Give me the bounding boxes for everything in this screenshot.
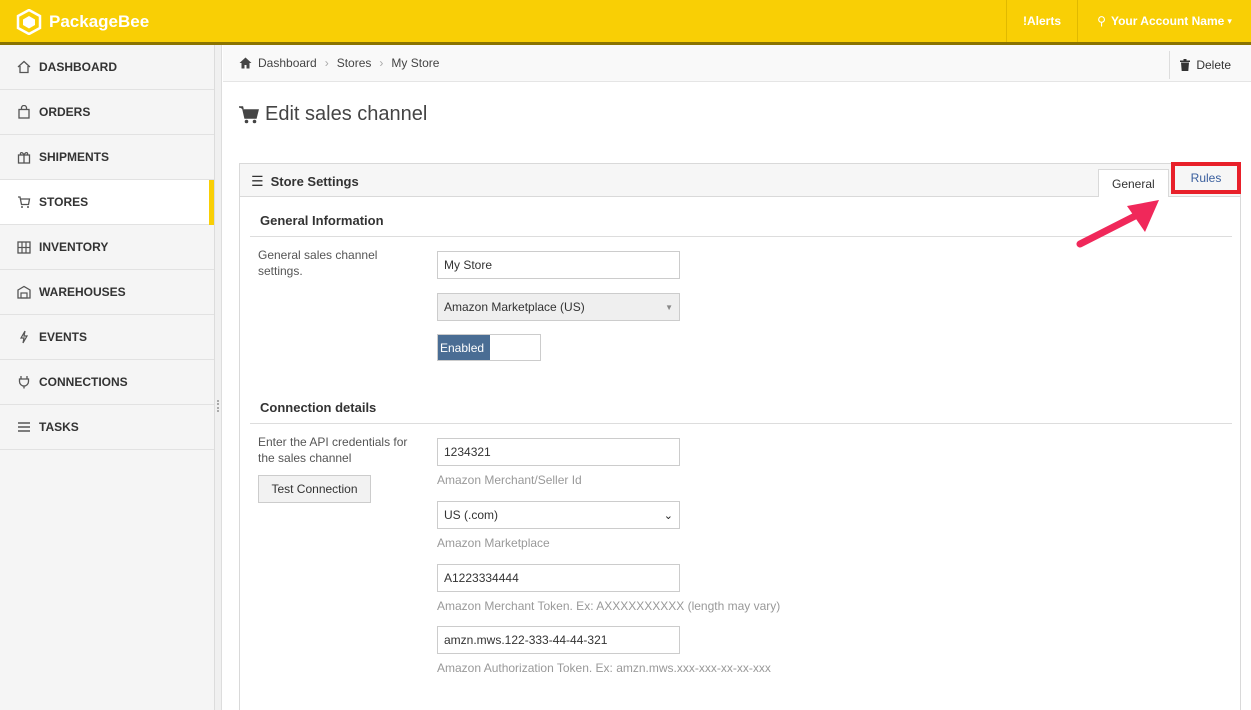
marketplace-help: Amazon Marketplace bbox=[437, 536, 550, 550]
sidebar: DASHBOARD ORDERS SHIPMENTS STORES INVENT… bbox=[0, 45, 215, 710]
general-info-hint: General sales channel settings. bbox=[258, 248, 378, 278]
bag-icon bbox=[18, 105, 30, 119]
merchant-token-help: Amazon Merchant Token. Ex: AXXXXXXXXXX (… bbox=[437, 599, 781, 613]
chevron-down-icon: ⌄ bbox=[663, 509, 673, 522]
user-icon: ⚲ bbox=[1097, 14, 1106, 28]
main-content: Dashboard › Stores › My Store Delete Edi… bbox=[223, 45, 1251, 710]
tab-rules[interactable]: Rules bbox=[1171, 162, 1241, 194]
top-bar: PackageBee ! Alerts ⚲ Your Account Name … bbox=[0, 0, 1251, 45]
panel-title-text: Store Settings bbox=[270, 174, 359, 189]
toggle-on-label: Enabled bbox=[438, 335, 490, 360]
alerts-label: Alerts bbox=[1026, 14, 1061, 28]
breadcrumb-current: My Store bbox=[391, 56, 440, 70]
package-bee-icon bbox=[16, 9, 42, 35]
channel-value: Amazon Marketplace (US) bbox=[444, 300, 585, 314]
sidebar-item-label: WAREHOUSES bbox=[39, 285, 126, 299]
sidebar-item-tasks[interactable]: TASKS bbox=[0, 405, 214, 450]
section-divider bbox=[250, 423, 1232, 424]
cart-icon bbox=[18, 196, 31, 208]
trash-icon bbox=[1180, 59, 1191, 71]
caret-down-icon: ▼ bbox=[665, 302, 673, 312]
grip-handle[interactable] bbox=[217, 400, 219, 412]
sidebar-item-shipments[interactable]: SHIPMENTS bbox=[0, 135, 214, 180]
merchant-id-input[interactable]: 1234321 bbox=[437, 438, 680, 466]
breadcrumb-stores[interactable]: Stores bbox=[337, 56, 372, 70]
chevron-down-icon: ▾ bbox=[1227, 15, 1232, 26]
account-menu[interactable]: ⚲ Your Account Name ▾ bbox=[1077, 0, 1251, 42]
delete-button[interactable]: Delete bbox=[1169, 51, 1241, 79]
breadcrumb-label: Dashboard bbox=[258, 56, 317, 70]
sidebar-item-label: INVENTORY bbox=[39, 240, 109, 254]
sidebar-item-events[interactable]: EVENTS bbox=[0, 315, 214, 360]
marketplace-value: US (.com) bbox=[444, 508, 498, 522]
merchant-id-help: Amazon Merchant/Seller Id bbox=[437, 473, 582, 487]
sidebar-item-warehouses[interactable]: WAREHOUSES bbox=[0, 270, 214, 315]
panel-title: ☰ Store Settings bbox=[251, 173, 359, 190]
warehouse-icon bbox=[17, 285, 31, 299]
gift-icon bbox=[17, 152, 31, 164]
cart-icon bbox=[239, 105, 259, 123]
sidebar-item-stores[interactable]: STORES bbox=[0, 180, 214, 225]
annotation-arrow-icon bbox=[1076, 200, 1159, 248]
sidebar-item-label: DASHBOARD bbox=[39, 60, 117, 74]
general-information-title: General Information bbox=[260, 213, 384, 228]
delete-label: Delete bbox=[1196, 58, 1231, 72]
sidebar-item-label: STORES bbox=[39, 195, 89, 209]
connection-details-title: Connection details bbox=[260, 400, 377, 415]
sidebar-splitter[interactable] bbox=[215, 45, 222, 710]
sidebar-item-label: TASKS bbox=[39, 420, 79, 434]
sidebar-item-dashboard[interactable]: DASHBOARD bbox=[0, 45, 214, 90]
sidebar-item-connections[interactable]: CONNECTIONS bbox=[0, 360, 214, 405]
panel-header: ☰ Store Settings General Rules bbox=[240, 162, 1241, 197]
auth-token-help: Amazon Authorization Token. Ex: amzn.mws… bbox=[437, 661, 771, 675]
bolt-icon bbox=[19, 330, 29, 344]
inventory-icon bbox=[17, 241, 31, 254]
breadcrumb: Dashboard › Stores › My Store Delete bbox=[223, 45, 1251, 82]
sidebar-item-label: EVENTS bbox=[39, 330, 88, 344]
list-icon bbox=[18, 422, 30, 432]
page-title: Edit sales channel bbox=[239, 103, 427, 126]
alerts-button[interactable]: ! Alerts bbox=[1006, 0, 1077, 42]
plug-icon bbox=[18, 376, 30, 389]
brand-logo[interactable]: PackageBee bbox=[16, 9, 149, 35]
store-name-input[interactable]: My Store bbox=[437, 251, 680, 279]
enabled-toggle[interactable]: Enabled bbox=[437, 334, 541, 361]
sidebar-item-label: SHIPMENTS bbox=[39, 150, 110, 164]
test-connection-button[interactable]: Test Connection bbox=[258, 475, 371, 503]
sidebar-item-label: ORDERS bbox=[39, 105, 91, 119]
breadcrumb-dashboard[interactable]: Dashboard bbox=[239, 56, 317, 70]
page-title-text: Edit sales channel bbox=[265, 103, 428, 125]
home-icon bbox=[239, 57, 252, 69]
home-icon bbox=[17, 60, 31, 74]
sidebar-item-orders[interactable]: ORDERS bbox=[0, 90, 214, 135]
sidebar-item-inventory[interactable]: INVENTORY bbox=[0, 225, 214, 270]
account-label: Your Account Name bbox=[1110, 14, 1225, 28]
merchant-token-input[interactable]: A1223334444 bbox=[437, 564, 680, 592]
connection-hint: Enter the API credentials for the sales … bbox=[258, 435, 408, 465]
marketplace-select[interactable]: US (.com) ⌄ bbox=[437, 501, 680, 529]
auth-token-input[interactable]: amzn.mws.122-333-44-44-321 bbox=[437, 626, 680, 654]
chevron-right-icon: › bbox=[379, 56, 384, 70]
hamburger-icon: ☰ bbox=[251, 173, 264, 189]
chevron-right-icon: › bbox=[324, 56, 329, 70]
sidebar-item-label: CONNECTIONS bbox=[39, 375, 128, 389]
channel-select: Amazon Marketplace (US) ▼ bbox=[437, 293, 680, 321]
brand-name: PackageBee bbox=[49, 12, 150, 31]
tab-general[interactable]: General bbox=[1098, 169, 1169, 197]
